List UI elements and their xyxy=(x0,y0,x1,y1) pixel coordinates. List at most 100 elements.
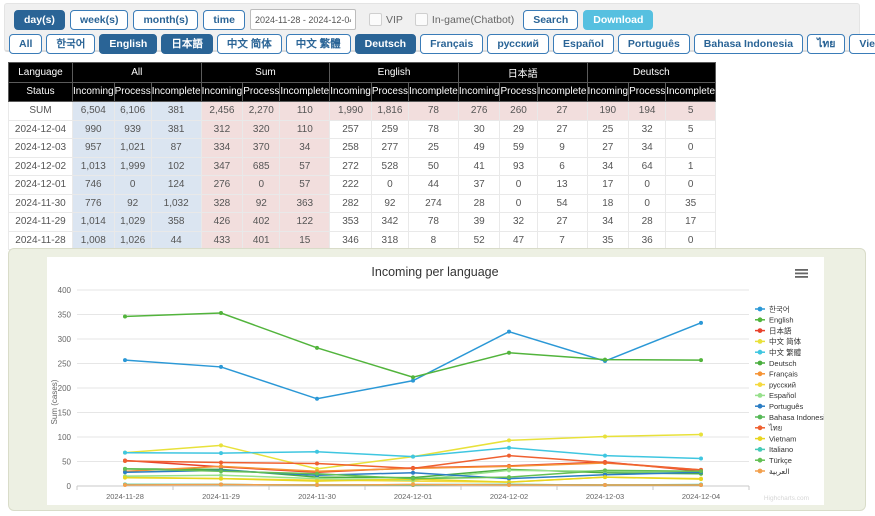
series-point xyxy=(411,466,415,470)
legend-label: Vietnam xyxy=(769,434,796,443)
series-point xyxy=(507,454,511,458)
language-filter-deutsch[interactable]: Deutsch xyxy=(355,34,416,54)
legend-item-Vietnam[interactable]: Vietnam xyxy=(755,434,796,443)
legend-label: 한국어 xyxy=(769,304,790,314)
table-cell: 381 xyxy=(151,120,201,139)
language-filter-español[interactable]: Español xyxy=(553,34,614,54)
legend-marker xyxy=(758,328,763,333)
language-filter-ไทย[interactable]: ไทย xyxy=(807,34,845,54)
y-axis-tick-label: 250 xyxy=(58,360,72,369)
date-range-input[interactable] xyxy=(250,9,356,30)
period-button-weeks[interactable]: week(s) xyxy=(70,10,129,30)
table-cell: 259 xyxy=(371,120,408,139)
legend-item-한국어[interactable]: 한국어 xyxy=(755,304,790,314)
table-cell: 1,032 xyxy=(151,194,201,213)
download-button[interactable]: Download xyxy=(583,10,653,30)
search-button[interactable]: Search xyxy=(523,10,578,30)
table-cell: 110 xyxy=(280,102,330,121)
legend-item-ไทย[interactable]: ไทย xyxy=(755,424,782,433)
table-corner-language: Language xyxy=(9,63,73,83)
legend-item-Français[interactable]: Français xyxy=(755,370,798,379)
checkbox-ingamechatbot[interactable]: In-game(Chatbot) xyxy=(415,13,514,26)
language-filter-中文-简体[interactable]: 中文 简体 xyxy=(217,34,282,54)
table-cell: 746 xyxy=(73,176,115,195)
period-button-months[interactable]: month(s) xyxy=(133,10,198,30)
chart-credit: Highcharts.com xyxy=(764,495,809,502)
series-point xyxy=(219,311,223,315)
legend-item-English[interactable]: English xyxy=(755,316,794,325)
legend-item-Italiano[interactable]: Italiano xyxy=(755,445,793,454)
language-filter-bahasa-indonesia[interactable]: Bahasa Indonesia xyxy=(694,34,803,54)
table-row: 2024-12-021,0131,99910234768557272528504… xyxy=(9,157,716,176)
checkbox-box[interactable] xyxy=(369,13,382,26)
table-cell: 44 xyxy=(408,176,458,195)
legend-item-日本語[interactable]: 日本語 xyxy=(755,325,792,335)
toolbar-row-period: day(s)week(s)month(s)time VIP In-game(Cha… xyxy=(5,4,859,30)
series-point xyxy=(219,443,223,447)
table-cell: 122 xyxy=(280,213,330,232)
legend-item-中文 繁體[interactable]: 中文 繁體 xyxy=(755,347,802,357)
language-filter-english[interactable]: English xyxy=(99,34,157,54)
table-group-header: Deutsch xyxy=(587,63,716,83)
legend-item-русский[interactable]: русский xyxy=(755,380,796,389)
table-sub-header: Incomplete xyxy=(666,82,716,102)
series-point xyxy=(219,365,223,369)
legend-marker xyxy=(758,382,763,387)
series-point xyxy=(219,451,223,455)
legend-item-中文 简体[interactable]: 中文 简体 xyxy=(755,336,802,346)
checkbox-label: VIP xyxy=(386,14,403,26)
language-filter-русский[interactable]: русский xyxy=(487,34,549,54)
legend-label: Italiano xyxy=(769,445,793,454)
table-sub-header: Incoming xyxy=(458,82,500,102)
series-point xyxy=(315,472,319,476)
table-cell: 92 xyxy=(243,194,280,213)
language-filter-한국어[interactable]: 한국어 xyxy=(46,34,95,54)
legend-item-Español[interactable]: Español xyxy=(755,391,796,400)
series-point xyxy=(315,450,319,454)
table-sub-header: Incoming xyxy=(330,82,372,102)
checkbox-vip[interactable]: VIP xyxy=(369,13,403,26)
row-label: 2024-11-30 xyxy=(9,194,73,213)
language-filter-français[interactable]: Français xyxy=(420,34,483,54)
legend-marker xyxy=(758,361,763,366)
table-cell: 0 xyxy=(371,176,408,195)
legend-label: Bahasa Indonesia xyxy=(769,413,824,422)
table-sub-header: Incomplete xyxy=(408,82,458,102)
series-point xyxy=(507,351,511,355)
language-filter-all[interactable]: All xyxy=(9,34,42,54)
table-cell: 35 xyxy=(666,194,716,213)
table-cell: 25 xyxy=(587,120,629,139)
row-label: 2024-11-28 xyxy=(9,231,73,250)
hamburger-icon[interactable] xyxy=(795,269,808,278)
legend-item-العربية[interactable]: العربية xyxy=(755,467,790,476)
language-filter-日本語[interactable]: 日本語 xyxy=(161,34,213,54)
table-cell: 1,013 xyxy=(73,157,115,176)
legend-item-Bahasa Indonesia[interactable]: Bahasa Indonesia xyxy=(755,413,824,422)
table-cell: 64 xyxy=(629,157,666,176)
legend-item-Português[interactable]: Português xyxy=(755,402,803,411)
language-filter-português[interactable]: Português xyxy=(618,34,690,54)
table-cell: 276 xyxy=(201,176,243,195)
y-axis-tick-label: 100 xyxy=(58,433,72,442)
language-filter-中文-繁體[interactable]: 中文 繁體 xyxy=(286,34,351,54)
series-point xyxy=(699,469,703,473)
legend-item-Türkçe[interactable]: Türkçe xyxy=(755,456,792,465)
series-point xyxy=(603,475,607,479)
table-cell: 35 xyxy=(587,231,629,250)
period-button-time[interactable]: time xyxy=(203,10,245,30)
table-group-header: 日本語 xyxy=(458,63,587,83)
table-group-header: All xyxy=(73,63,202,83)
table-cell: 57 xyxy=(280,176,330,195)
table-cell: 27 xyxy=(537,102,587,121)
table-cell: 34 xyxy=(587,213,629,232)
language-filter-vietnam[interactable]: Vietnam xyxy=(849,34,875,54)
legend-marker xyxy=(758,469,763,474)
series-point xyxy=(315,397,319,401)
x-axis-tick-label: 2024-12-04 xyxy=(682,492,720,501)
table-row: 2024-11-30776921,03232892363282922742805… xyxy=(9,194,716,213)
row-label: 2024-12-01 xyxy=(9,176,73,195)
period-button-days[interactable]: day(s) xyxy=(14,10,65,30)
legend-item-Deutsch[interactable]: Deutsch xyxy=(755,359,797,368)
checkbox-box[interactable] xyxy=(415,13,428,26)
table-cell: 0 xyxy=(629,194,666,213)
